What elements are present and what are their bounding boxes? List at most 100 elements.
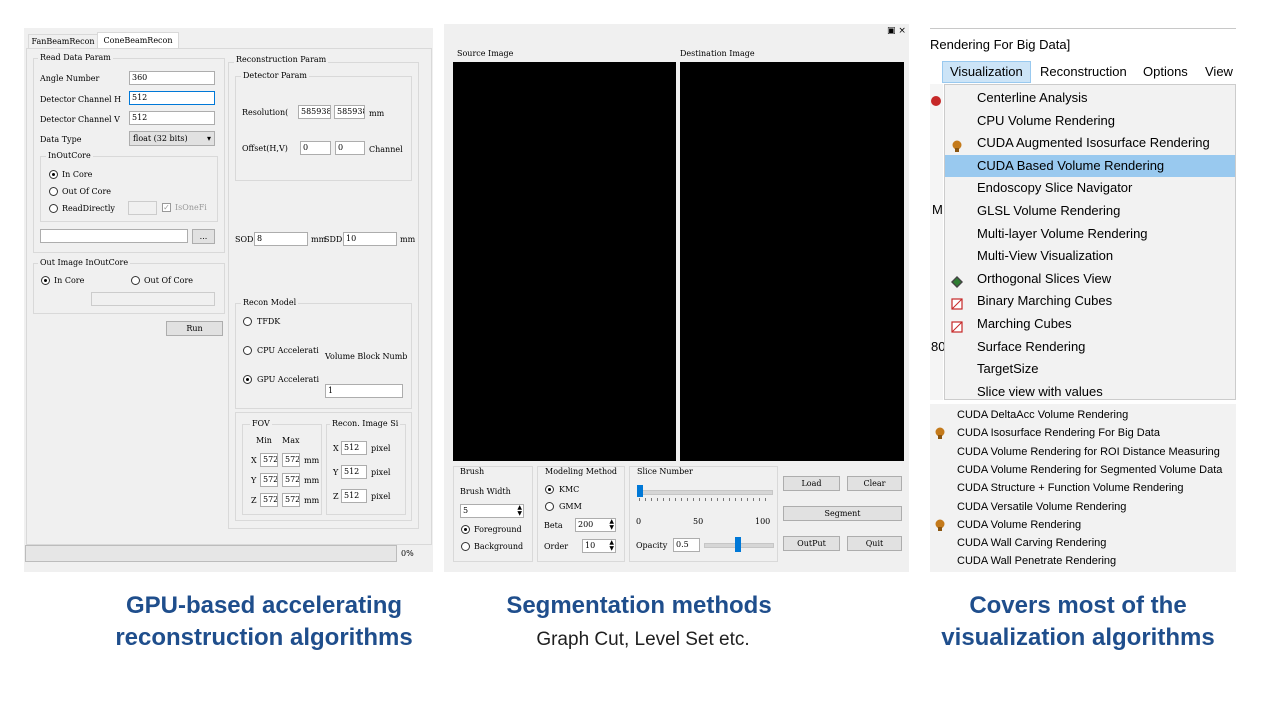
block-input[interactable]: 1 bbox=[325, 384, 403, 398]
menu-item[interactable]: Marching Cubes bbox=[945, 313, 1235, 335]
quit-button[interactable]: Quit bbox=[847, 536, 902, 551]
tab-fanbeam[interactable]: FanBeamRecon bbox=[28, 34, 98, 48]
gmm-radio[interactable] bbox=[545, 502, 554, 511]
menu-item[interactable]: CUDA Based Volume Rendering bbox=[945, 154, 1235, 177]
is-one-file-checkbox[interactable]: ✓ bbox=[162, 203, 171, 212]
segment-button[interactable]: Segment bbox=[783, 506, 902, 521]
beta-spinbox[interactable]: 200 ▲ ▼ bbox=[575, 518, 616, 532]
kmc-radio[interactable] bbox=[545, 485, 554, 494]
slice-slider-thumb[interactable] bbox=[637, 485, 643, 497]
fov-y-max-input[interactable]: 572 bbox=[282, 473, 300, 487]
menu-item[interactable]: TargetSize bbox=[945, 358, 1235, 380]
menu-item[interactable]: Binary Marching Cubes bbox=[945, 290, 1235, 312]
submenu-item[interactable]: CUDA Wall Carving Rendering bbox=[930, 534, 1235, 552]
size-z-input[interactable]: 512 bbox=[341, 489, 367, 503]
load-button[interactable]: Load bbox=[783, 476, 840, 491]
submenu-item-label: CUDA Volume Rendering for ROI Distance M… bbox=[957, 445, 1220, 458]
slice-tick-0: 0 bbox=[636, 517, 642, 526]
angle-input[interactable]: 360 bbox=[129, 71, 215, 85]
res-y-input[interactable]: 585938 bbox=[334, 105, 365, 119]
order-spinbox[interactable]: 10 ▲ ▼ bbox=[582, 539, 616, 553]
run-button[interactable]: Run bbox=[166, 321, 223, 336]
fov-z-min-input[interactable]: 572 bbox=[260, 493, 278, 507]
menu-item-label: CUDA Augmented Isosurface Rendering bbox=[977, 135, 1210, 151]
foreground-radio[interactable] bbox=[461, 525, 470, 534]
menu-item[interactable]: Centerline Analysis bbox=[945, 87, 1235, 109]
submenu-item-label: CUDA Versatile Volume Rendering bbox=[957, 500, 1127, 513]
channel-h-input[interactable]: 512 bbox=[129, 91, 215, 105]
file-path-input[interactable] bbox=[40, 229, 188, 243]
browse-button[interactable]: ... bbox=[192, 229, 215, 244]
menu-item[interactable]: Multi-View Visualization bbox=[945, 245, 1235, 267]
dest-image-view[interactable] bbox=[680, 62, 904, 461]
data-type-select[interactable]: float (32 bits) ▾ bbox=[129, 131, 215, 146]
menu-item[interactable]: Slice view with values bbox=[945, 381, 1235, 403]
out-in-core-radio[interactable] bbox=[41, 276, 50, 285]
submenu-item[interactable]: CUDA DeltaAcc Volume Rendering bbox=[930, 406, 1235, 424]
menu-options[interactable]: Options bbox=[1143, 62, 1188, 82]
fdk-radio[interactable] bbox=[243, 317, 252, 326]
submenu-list: CUDA DeltaAcc Volume Rendering CUDA Isosu… bbox=[930, 404, 1236, 572]
source-image-view[interactable] bbox=[453, 62, 676, 461]
menu-reconstruction[interactable]: Reconstruction bbox=[1040, 62, 1127, 82]
menu-item[interactable]: GLSL Volume Rendering bbox=[945, 200, 1235, 222]
size-z-label: Z bbox=[333, 492, 339, 501]
background-radio[interactable] bbox=[461, 542, 470, 551]
tab-conebeam[interactable]: ConeBeamRecon bbox=[97, 32, 179, 49]
submenu-item[interactable]: CUDA Wall Penetrate Rendering bbox=[930, 552, 1235, 570]
in-core-radio[interactable] bbox=[49, 170, 58, 179]
brush-width-spinbox[interactable]: 5 ▲ ▼ bbox=[460, 504, 524, 518]
output-button[interactable]: OutPut bbox=[783, 536, 840, 551]
offset-h-input[interactable]: 0 bbox=[300, 141, 331, 155]
slice-slider[interactable] bbox=[637, 485, 773, 505]
opacity-slider-thumb[interactable] bbox=[735, 537, 741, 552]
channel-v-input[interactable]: 512 bbox=[129, 111, 215, 125]
window-controls-icon[interactable]: ▣ × bbox=[887, 26, 906, 36]
fov-z-max-input[interactable]: 572 bbox=[282, 493, 300, 507]
out-image-group bbox=[33, 263, 225, 314]
submenu-item[interactable]: CUDA Structure + Function Volume Renderi… bbox=[930, 479, 1235, 497]
size-y-unit: pixel bbox=[371, 468, 391, 477]
clear-button[interactable]: Clear bbox=[847, 476, 902, 491]
resolution-label: Resolution( bbox=[242, 108, 289, 117]
fov-x-max-input[interactable]: 572 bbox=[282, 453, 300, 467]
cpu-radio[interactable] bbox=[243, 346, 252, 355]
submenu-item[interactable]: CUDA Volume Rendering for ROI Distance M… bbox=[930, 443, 1235, 461]
menu-item[interactable]: Endoscopy Slice Navigator bbox=[945, 177, 1235, 199]
read-directly-input[interactable] bbox=[128, 201, 157, 215]
menu-item[interactable]: Orthogonal Slices View bbox=[945, 268, 1235, 290]
order-value: 10 bbox=[585, 541, 596, 550]
out-out-of-core-radio[interactable] bbox=[131, 276, 140, 285]
res-x-input[interactable]: 585938 bbox=[298, 105, 331, 119]
out-of-core-radio[interactable] bbox=[49, 187, 58, 196]
menu-item[interactable]: CUDA Augmented Isosurface Rendering bbox=[945, 132, 1235, 154]
sod-input[interactable]: 8 bbox=[254, 232, 308, 246]
out-path-input[interactable] bbox=[91, 292, 215, 306]
menu-item[interactable]: CPU Volume Rendering bbox=[945, 110, 1235, 132]
is-one-file-label: IsOneFi bbox=[175, 203, 207, 212]
gpu-radio[interactable] bbox=[243, 375, 252, 384]
fov-y-min-input[interactable]: 572 bbox=[260, 473, 278, 487]
opacity-slider[interactable] bbox=[704, 536, 774, 554]
size-z-unit: pixel bbox=[371, 492, 391, 501]
gmm-label: GMM bbox=[559, 502, 582, 511]
size-y-input[interactable]: 512 bbox=[341, 465, 367, 479]
fov-x-min-input[interactable]: 572 bbox=[260, 453, 278, 467]
spin-arrows-icon[interactable]: ▲ ▼ bbox=[609, 540, 614, 552]
opacity-input[interactable]: 0.5 bbox=[673, 538, 700, 552]
read-directly-radio[interactable] bbox=[49, 204, 58, 213]
menu-visualization[interactable]: Visualization bbox=[942, 61, 1031, 83]
spin-arrows-icon[interactable]: ▲ ▼ bbox=[517, 505, 522, 517]
submenu-item[interactable]: CUDA Versatile Volume Rendering bbox=[930, 498, 1235, 516]
sdd-input[interactable]: 10 bbox=[343, 232, 397, 246]
submenu-item[interactable]: CUDA Isosurface Rendering For Big Data bbox=[930, 424, 1235, 442]
submenu-item[interactable]: CUDA Volume Rendering for Segmented Volu… bbox=[930, 461, 1235, 479]
size-x-input[interactable]: 512 bbox=[341, 441, 367, 455]
slices-icon bbox=[951, 273, 963, 288]
submenu-item[interactable]: CUDA Volume Rendering bbox=[930, 516, 1235, 534]
menu-item[interactable]: Surface Rendering bbox=[945, 336, 1235, 358]
spin-arrows-icon[interactable]: ▲ ▼ bbox=[609, 519, 614, 531]
menu-view[interactable]: View bbox=[1205, 62, 1233, 82]
menu-item[interactable]: Multi-layer Volume Rendering bbox=[945, 223, 1235, 245]
offset-v-input[interactable]: 0 bbox=[335, 141, 365, 155]
